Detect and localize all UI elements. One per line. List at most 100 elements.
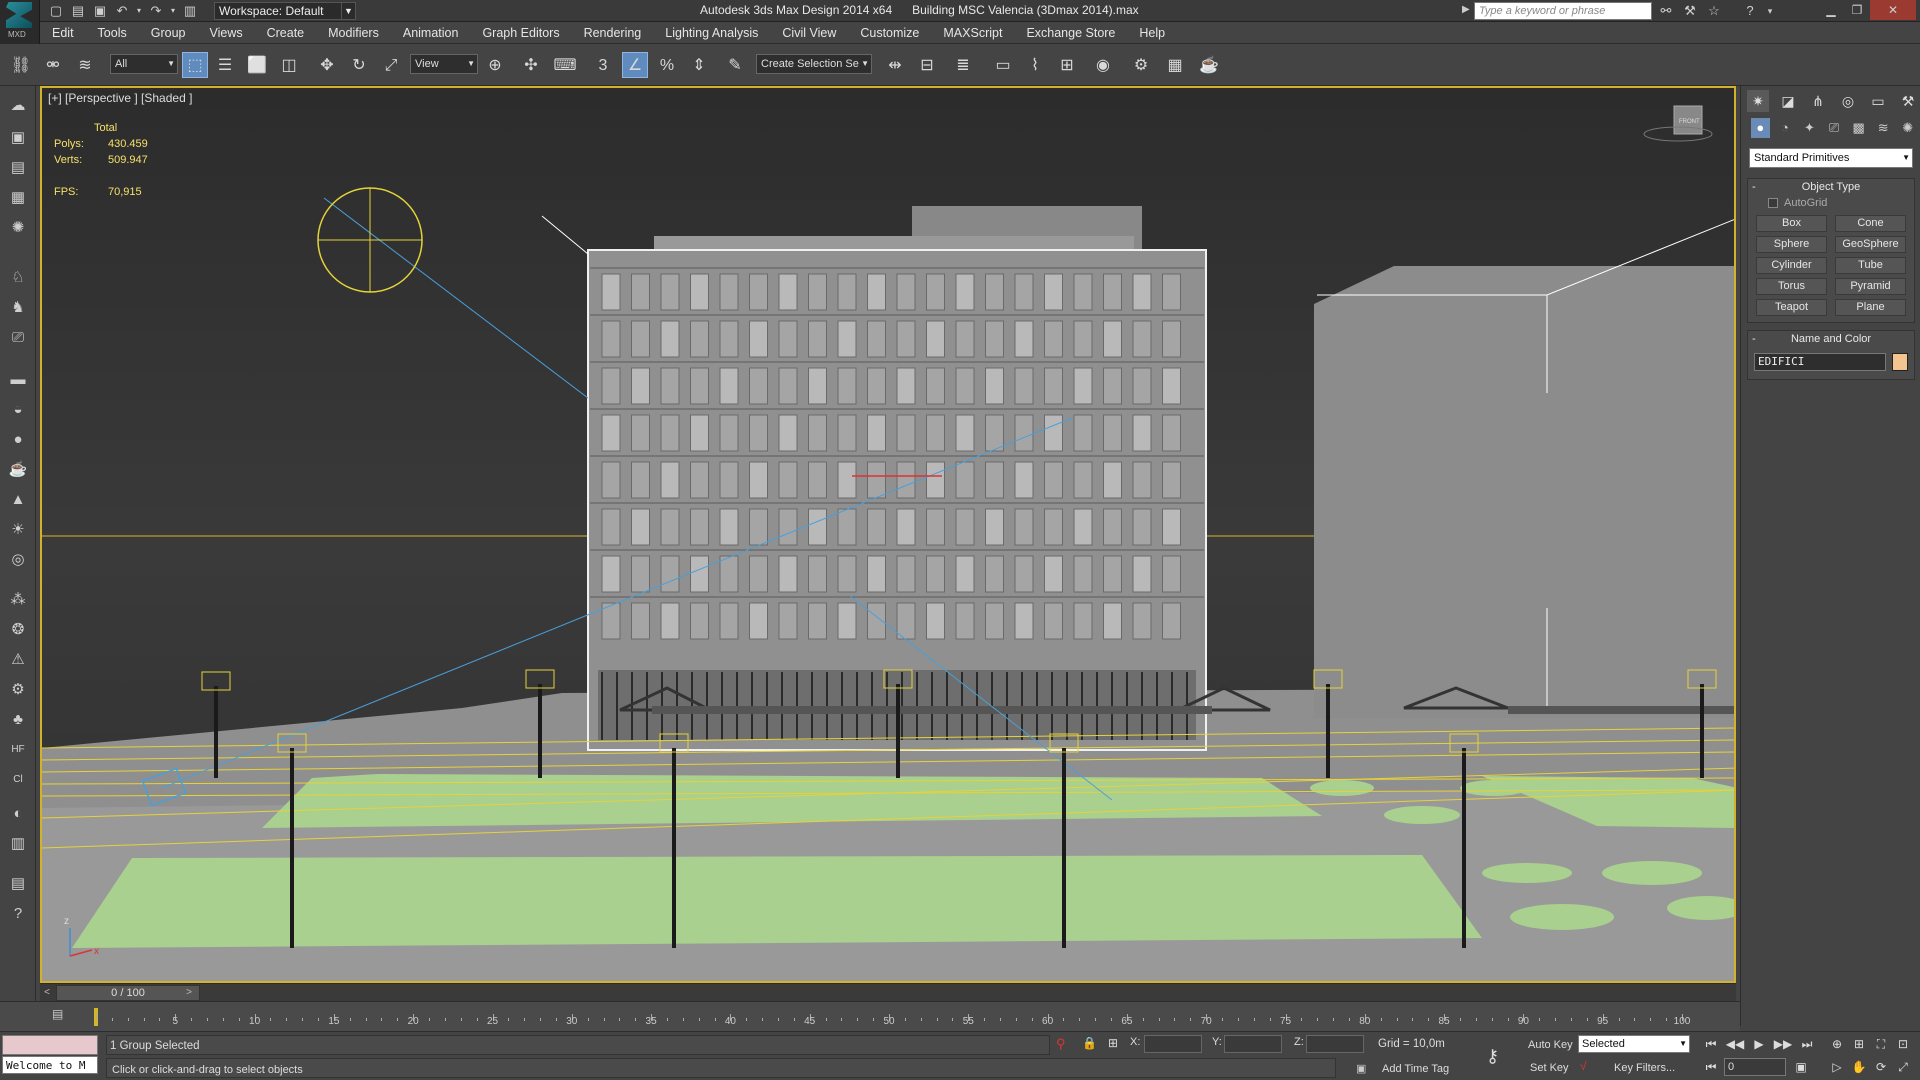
- key-mode-dropdown[interactable]: Selected ▼: [1578, 1035, 1690, 1053]
- pan-view-icon[interactable]: ✋: [1848, 1058, 1870, 1076]
- torus-icon[interactable]: ◎: [6, 548, 30, 572]
- unlink-selection-icon[interactable]: ⚮: [40, 52, 66, 78]
- object-name-field[interactable]: EDIFICI: [1754, 353, 1886, 371]
- angle-snap-icon[interactable]: ∠: [622, 52, 648, 78]
- zoom-extents-all-icon[interactable]: ⊡: [1892, 1035, 1914, 1053]
- field-of-view-icon[interactable]: ▷: [1826, 1058, 1848, 1076]
- sun-icon[interactable]: ☀: [6, 518, 30, 542]
- hierarchy-tab-icon[interactable]: ⋔: [1807, 90, 1829, 112]
- open-file-icon[interactable]: ▤: [68, 2, 88, 20]
- grid-objects-icon[interactable]: ▥: [6, 832, 30, 856]
- primitive-category-dropdown[interactable]: Standard Primitives ▼: [1749, 148, 1913, 168]
- auto-key-button[interactable]: Auto Key: [1528, 1036, 1573, 1054]
- object-type-header[interactable]: - Object Type: [1748, 179, 1914, 195]
- constraint-icon[interactable]: ⚠: [6, 648, 30, 672]
- camera-icon[interactable]: ⎚: [6, 326, 30, 350]
- menu-tools[interactable]: Tools: [86, 26, 139, 40]
- absolute-mode-icon[interactable]: ⊞: [1108, 1036, 1118, 1050]
- go-to-end-icon[interactable]: ⏭: [1796, 1035, 1818, 1053]
- maximize-viewport-icon[interactable]: ⤢: [1892, 1058, 1914, 1076]
- particle-icon[interactable]: ⁂: [6, 588, 30, 612]
- maximize-button[interactable]: ❐: [1844, 0, 1870, 20]
- geosphere-button[interactable]: GeoSphere: [1835, 236, 1906, 253]
- cameras-icon[interactable]: ⎚: [1825, 118, 1844, 138]
- viewport-label[interactable]: [+] [Perspective ] [Shaded ]: [48, 91, 192, 105]
- dynamics-icon[interactable]: ❂: [6, 618, 30, 642]
- z-coordinate-field[interactable]: [1306, 1035, 1364, 1053]
- mini-curve-editor-icon[interactable]: ▤: [52, 1007, 72, 1023]
- perspective-viewport[interactable]: FRONT z x [+] [Perspective ] [Shaded ] T…: [40, 86, 1736, 983]
- close-button[interactable]: ✕: [1870, 0, 1916, 20]
- menu-civil-view[interactable]: Civil View: [770, 26, 848, 40]
- percent-snap-icon[interactable]: %: [654, 52, 680, 78]
- keyboard-shortcut-override-icon[interactable]: ⌨: [552, 52, 578, 78]
- modify-tab-icon[interactable]: ◪: [1777, 90, 1799, 112]
- key-filters-button[interactable]: Key Filters...: [1614, 1059, 1675, 1077]
- track-view-icon[interactable]: ▦: [6, 186, 30, 210]
- align-icon[interactable]: ⊟: [914, 52, 940, 78]
- select-and-rotate-icon[interactable]: ↻: [346, 52, 372, 78]
- search-input[interactable]: Type a keyword or phrase: [1474, 2, 1652, 20]
- cone-button[interactable]: Cone: [1835, 215, 1906, 232]
- isolate-selection-icon[interactable]: ⚲: [1056, 1036, 1066, 1052]
- redo-dropdown-icon[interactable]: ▾: [168, 2, 178, 20]
- select-by-name-icon[interactable]: ☰: [212, 52, 238, 78]
- walkthrough-icon[interactable]: ♘: [6, 266, 30, 290]
- material-ball-icon[interactable]: ◐: [6, 802, 30, 826]
- utilities-tab-icon[interactable]: ⚒: [1897, 90, 1919, 112]
- play-icon[interactable]: ▶: [1748, 1035, 1770, 1053]
- rendered-frame-window-icon[interactable]: ▦: [1162, 52, 1188, 78]
- select-manipulate-icon[interactable]: ✣: [518, 52, 544, 78]
- render-setup-icon[interactable]: ⚙: [1128, 52, 1154, 78]
- previous-frame-arrow-icon[interactable]: <: [40, 984, 54, 1002]
- cylinder-button[interactable]: Cylinder: [1756, 257, 1827, 274]
- menu-exchange-store[interactable]: Exchange Store: [1014, 26, 1127, 40]
- layer-manager-icon[interactable]: ≣: [950, 52, 976, 78]
- lightbulb-icon[interactable]: ✺: [6, 216, 30, 240]
- selection-lock-icon[interactable]: 🔒: [1082, 1036, 1097, 1050]
- zoom-icon[interactable]: ⊕: [1826, 1035, 1848, 1053]
- gear-icon[interactable]: ⚙: [6, 678, 30, 702]
- sphere-button[interactable]: Sphere: [1756, 236, 1827, 253]
- menu-customize[interactable]: Customize: [848, 26, 931, 40]
- reference-coordinate-dropdown[interactable]: View ▼: [410, 54, 478, 74]
- set-keys-key-icon[interactable]: ⚷: [1486, 1046, 1499, 1067]
- plane-object-icon[interactable]: ▬: [6, 368, 30, 392]
- shapes-icon[interactable]: ◔: [1776, 118, 1795, 138]
- teapot-icon[interactable]: ☕: [6, 458, 30, 482]
- mirror-icon[interactable]: ⇹: [882, 52, 908, 78]
- help-dropdown-icon[interactable]: ▾: [1760, 2, 1780, 20]
- tube-button[interactable]: Tube: [1835, 257, 1906, 274]
- undo-dropdown-icon[interactable]: ▾: [134, 2, 144, 20]
- menu-rendering[interactable]: Rendering: [572, 26, 654, 40]
- workspace-dropdown[interactable]: Workspace: Default ▼: [214, 2, 356, 20]
- select-and-scale-icon[interactable]: ⤢: [378, 52, 404, 78]
- snaps-toggle-icon[interactable]: 3: [590, 52, 616, 78]
- scene-canvas[interactable]: FRONT z x: [42, 88, 1736, 983]
- cone-icon[interactable]: ▲: [6, 488, 30, 512]
- minimize-button[interactable]: ▁: [1818, 0, 1844, 20]
- plane-button[interactable]: Plane: [1835, 299, 1906, 316]
- layer-explorer-icon[interactable]: ▤: [6, 156, 30, 180]
- project-folder-icon[interactable]: ▥: [180, 2, 200, 20]
- binoculars-icon[interactable]: ⚯: [1656, 2, 1676, 20]
- time-slider[interactable]: < 0 / 100 >: [40, 983, 1736, 1001]
- dome-icon[interactable]: ◒: [6, 398, 30, 422]
- menu-modifiers[interactable]: Modifiers: [316, 26, 391, 40]
- motion-tab-icon[interactable]: ◎: [1837, 90, 1859, 112]
- time-slider-thumb[interactable]: 0 / 100: [56, 985, 200, 1001]
- select-and-link-icon[interactable]: ⛓: [8, 52, 34, 78]
- edit-named-selection-icon[interactable]: ✎: [722, 52, 748, 78]
- foliage-icon[interactable]: ♣: [6, 708, 30, 732]
- maxscript-listener-mini[interactable]: [2, 1035, 98, 1055]
- help-icon[interactable]: ?: [6, 902, 30, 926]
- app-logo[interactable]: MXD: [0, 0, 40, 44]
- next-frame-icon[interactable]: ▶▶: [1772, 1035, 1794, 1053]
- lights-icon[interactable]: ✦: [1800, 118, 1819, 138]
- create-tab-icon[interactable]: ✷: [1747, 90, 1769, 112]
- render-production-icon[interactable]: ☕: [1196, 52, 1222, 78]
- search-expand-icon[interactable]: ▶: [1462, 4, 1470, 15]
- current-frame-field[interactable]: 0: [1724, 1058, 1786, 1076]
- window-crossing-icon[interactable]: ◫: [276, 52, 302, 78]
- x-coordinate-field[interactable]: [1144, 1035, 1202, 1053]
